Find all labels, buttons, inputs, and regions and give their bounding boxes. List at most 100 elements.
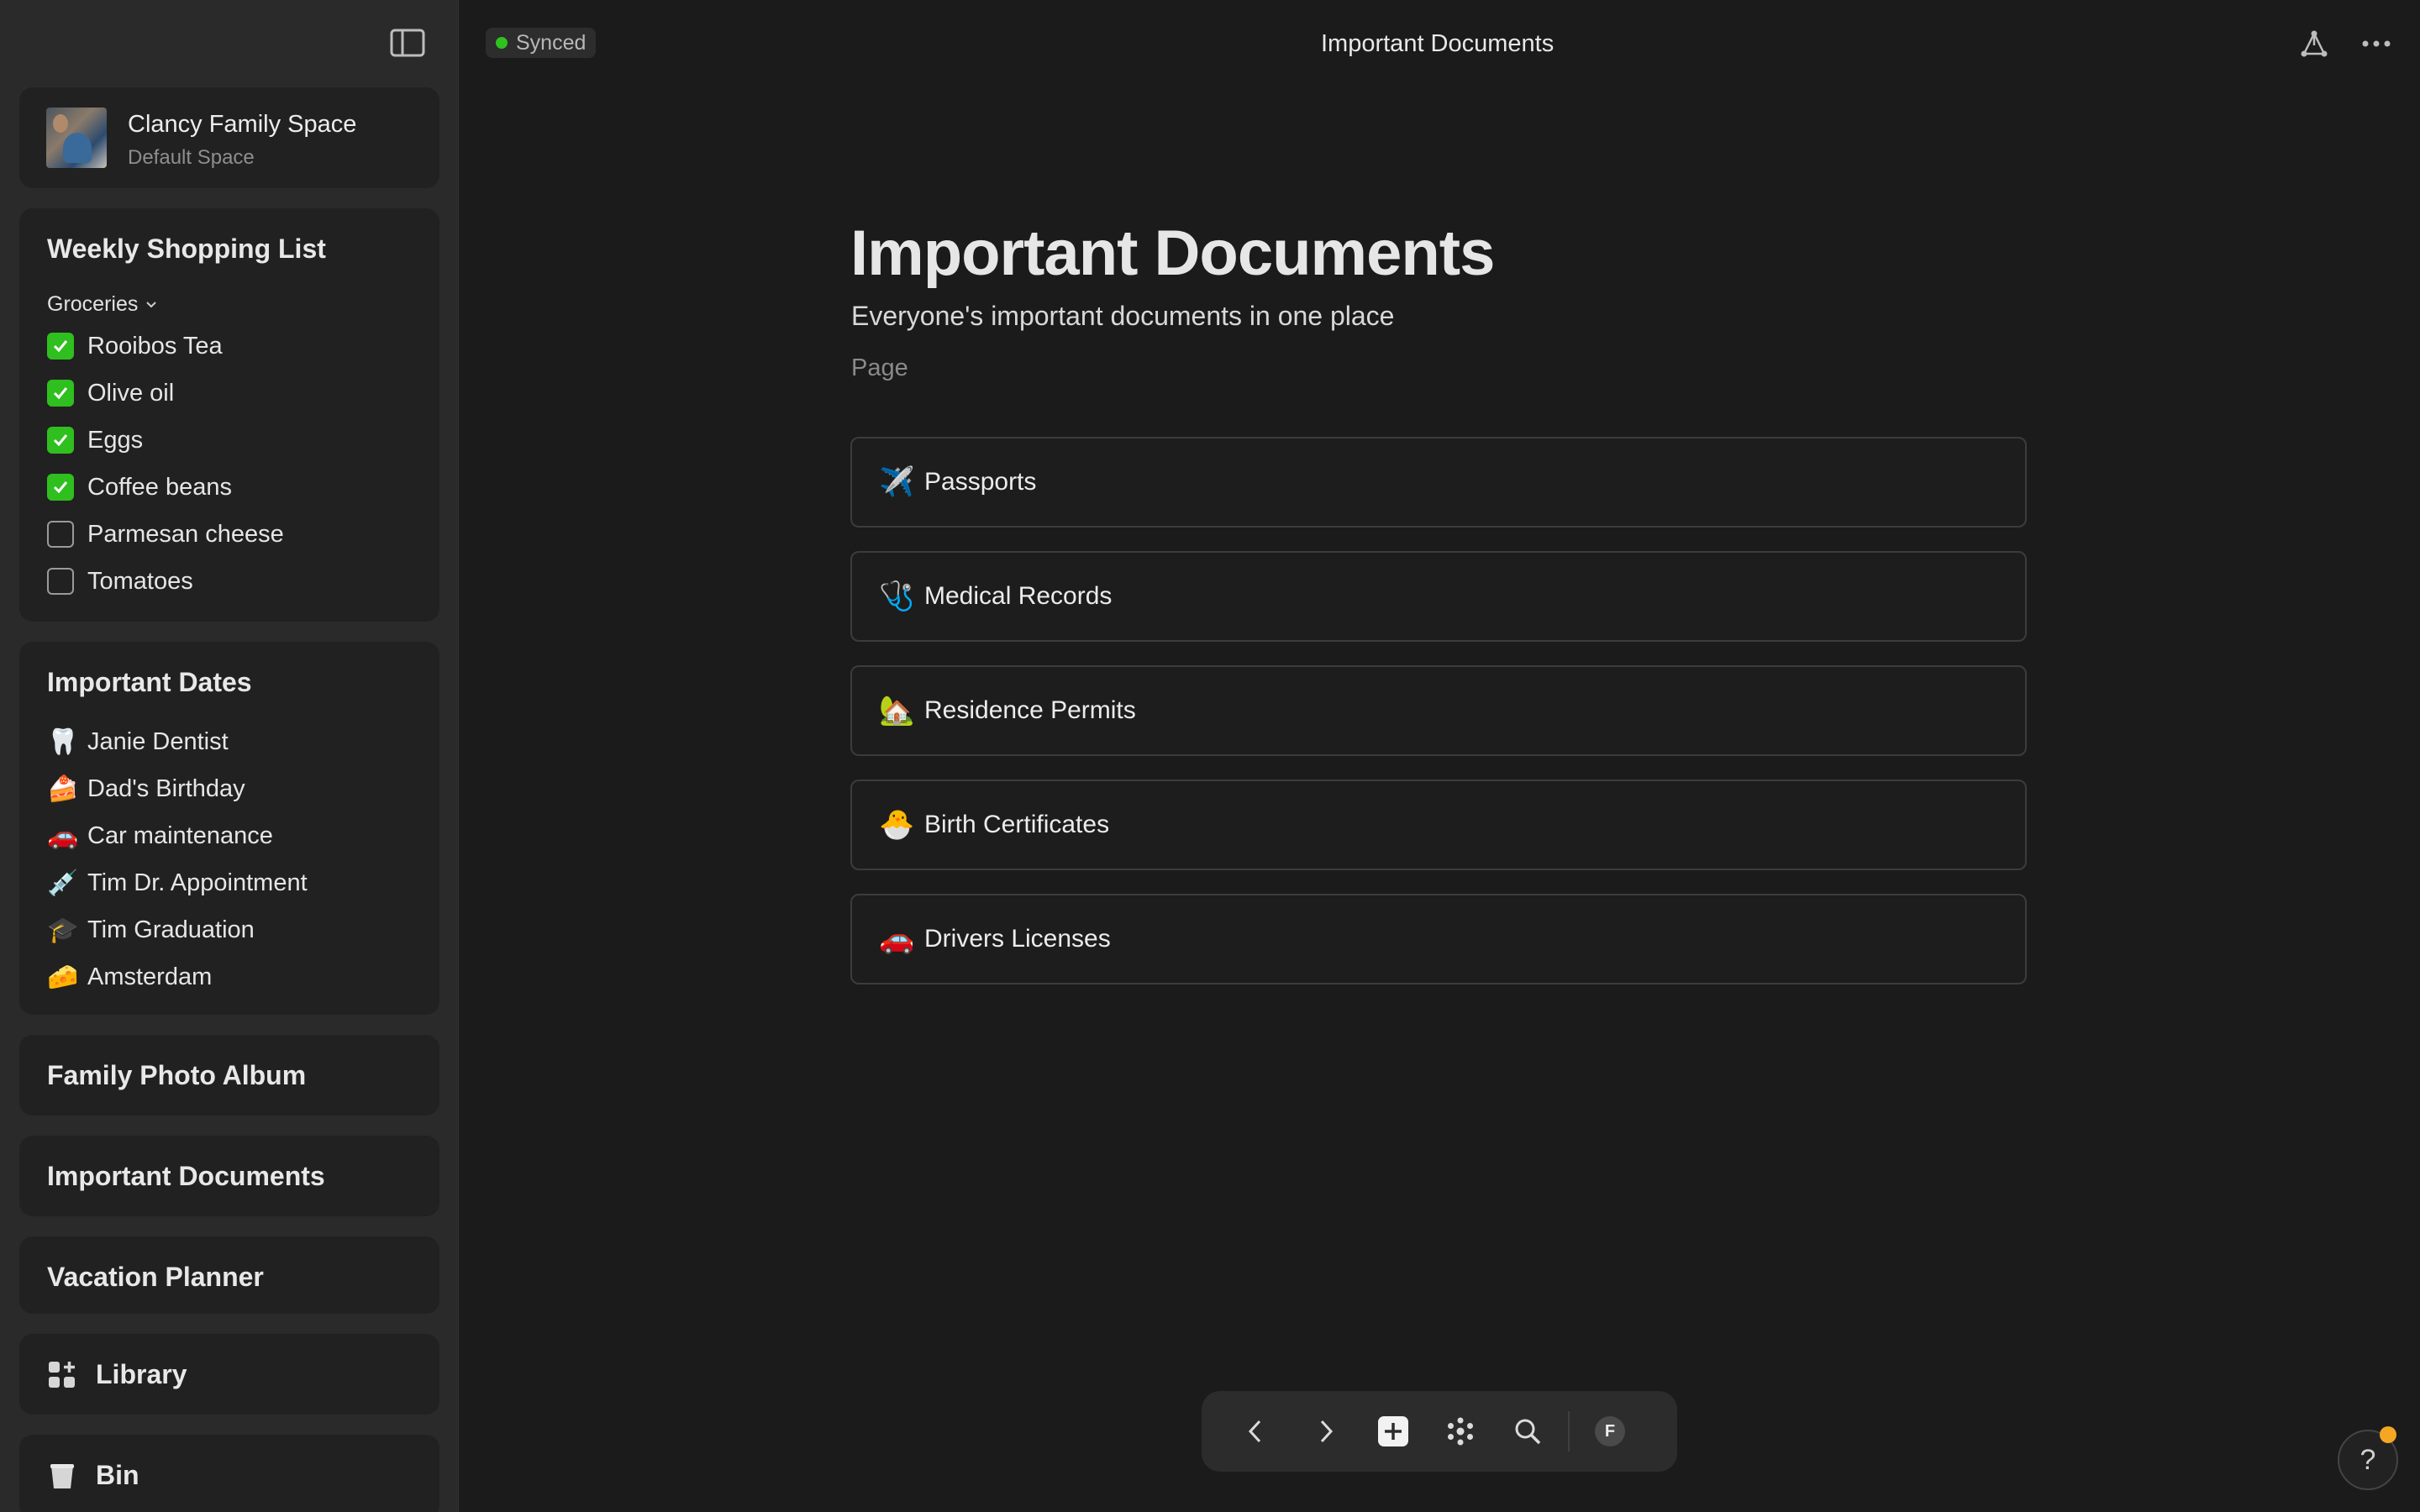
date-item[interactable]: 💉 Tim Dr. Appointment [47,859,308,906]
add-icon [1378,1416,1408,1446]
document-label: Birth Certificates [924,811,1110,838]
document-link-drivers-licenses[interactable]: 🚗 Drivers Licenses [850,894,2027,984]
bin-icon [50,1463,74,1488]
sidebar-panel-icon [390,29,425,57]
checkbox-checked[interactable] [47,427,74,454]
nav-bin-row: Bin [47,1460,139,1491]
sync-status-badge: Synced [486,28,597,58]
group-label: Groceries [47,292,139,316]
important-dates-title[interactable]: Important Dates [47,667,252,698]
document-label: Passports [924,468,1037,496]
car-icon: 🚗 [879,922,915,956]
graph-button[interactable] [1442,1413,1479,1450]
cluster-icon [1448,1417,1473,1446]
checkbox-checked[interactable] [47,333,74,360]
document-link-passports[interactable]: ✈️ Passports [850,437,2027,528]
hatching-chick-icon: 🐣 [879,808,915,842]
shopping-list-title[interactable]: Weekly Shopping List [47,234,326,265]
shopping-item[interactable]: Tomatoes [47,558,284,605]
space-switcher[interactable]: Clancy Family Space Default Space [19,87,439,188]
checkbox-unchecked[interactable] [47,521,74,548]
airplane-icon: ✈️ [879,465,915,499]
nav-vacation-planner[interactable]: Vacation Planner [19,1236,439,1314]
groceries-group-toggle[interactable]: Groceries [47,292,158,317]
date-item[interactable]: 🎓 Tim Graduation [47,906,308,953]
date-item-label: Amsterdam [87,963,213,990]
date-item-label: Tim Dr. Appointment [87,869,308,896]
back-icon [1248,1420,1261,1443]
shopping-item-label: Eggs [87,426,144,454]
sidebar: Clancy Family Space Default Space Weekly… [0,0,459,1512]
date-item-label: Car maintenance [87,822,273,849]
nav-label: Bin [96,1460,139,1490]
user-avatar: F [1595,1416,1625,1446]
notification-dot [2380,1426,2396,1443]
shopping-item[interactable]: Parmesan cheese [47,511,284,558]
sync-status-label: Synced [516,30,587,55]
page-type-label: Page [851,354,908,381]
bottom-toolbar: F [1202,1391,1677,1472]
checkmark-icon [53,481,68,494]
forward-button[interactable] [1307,1413,1344,1450]
nav-important-documents[interactable]: Important Documents [19,1136,439,1216]
space-avatar [46,108,107,168]
date-item-label: Janie Dentist [87,727,229,755]
document-link-residence-permits[interactable]: 🏡 Residence Permits [850,665,2027,756]
graph-view-button[interactable] [2296,25,2333,62]
nav-label: Vacation Planner [47,1262,264,1292]
shopping-item[interactable]: Coffee beans [47,464,284,511]
chevron-down-icon [146,301,157,307]
help-label: ? [2360,1443,2376,1476]
nav-label: Library [96,1359,187,1389]
document-label: Drivers Licenses [924,925,1111,953]
shopping-items: Rooibos Tea Olive oil Eggs Coffee beans [47,323,284,605]
back-button[interactable] [1237,1413,1274,1450]
document-link-birth-certificates[interactable]: 🐣 Birth Certificates [850,780,2027,870]
search-icon [1515,1419,1541,1445]
nav-library[interactable]: Library [19,1334,439,1415]
house-icon: 🏡 [879,694,915,727]
nav-bin[interactable]: Bin [19,1435,439,1512]
page-title[interactable]: Important Documents [850,217,1495,290]
documents-list: ✈️ Passports 🩺 Medical Records 🏡 Residen… [850,437,2027,1008]
checkbox-checked[interactable] [47,380,74,407]
tooth-icon: 🦷 [47,727,79,757]
shopping-list-widget: Weekly Shopping List Groceries Rooibos T… [19,208,439,622]
shopping-item-label: Rooibos Tea [87,332,223,360]
nav-label: Important Documents [47,1161,325,1191]
checkmark-icon [53,340,68,353]
nav-library-row: Library [47,1359,187,1390]
checkbox-checked[interactable] [47,474,74,501]
car-icon: 🚗 [47,821,79,851]
shopping-item[interactable]: Eggs [47,417,284,464]
document-link-medical-records[interactable]: 🩺 Medical Records [850,551,2027,642]
checkmark-icon [53,387,68,400]
checkbox-unchecked[interactable] [47,568,74,595]
graph-icon [2301,30,2328,57]
new-item-button[interactable] [1375,1413,1412,1450]
page-header-title: Important Documents [1321,30,1555,57]
cake-icon: 🍰 [47,774,79,804]
document-label: Medical Records [924,582,1113,610]
date-item[interactable]: 🍰 Dad's Birthday [47,765,308,812]
page-description[interactable]: Everyone's important documents in one pl… [851,301,1394,332]
graduation-cap-icon: 🎓 [47,915,79,945]
shopping-item[interactable]: Rooibos Tea [47,323,284,370]
shopping-item[interactable]: Olive oil [47,370,284,417]
forward-icon [1320,1420,1334,1443]
shopping-item-label: Coffee beans [87,473,232,501]
sidebar-toggle-button[interactable] [390,29,425,57]
sync-status-dot [496,37,508,49]
account-button[interactable]: F [1591,1413,1628,1450]
more-options-button[interactable] [2358,25,2395,62]
date-item[interactable]: 🚗 Car maintenance [47,812,308,859]
date-item[interactable]: 🧀 Amsterdam [47,953,308,1000]
space-name: Clancy Family Space [128,111,357,138]
nav-family-photo-album[interactable]: Family Photo Album [19,1035,439,1116]
space-subtitle: Default Space [128,146,255,169]
shopping-item-label: Parmesan cheese [87,520,284,548]
toolbar-divider [1568,1411,1570,1452]
search-button[interactable] [1509,1413,1546,1450]
date-item[interactable]: 🦷 Janie Dentist [47,718,308,765]
library-icon [49,1361,75,1388]
